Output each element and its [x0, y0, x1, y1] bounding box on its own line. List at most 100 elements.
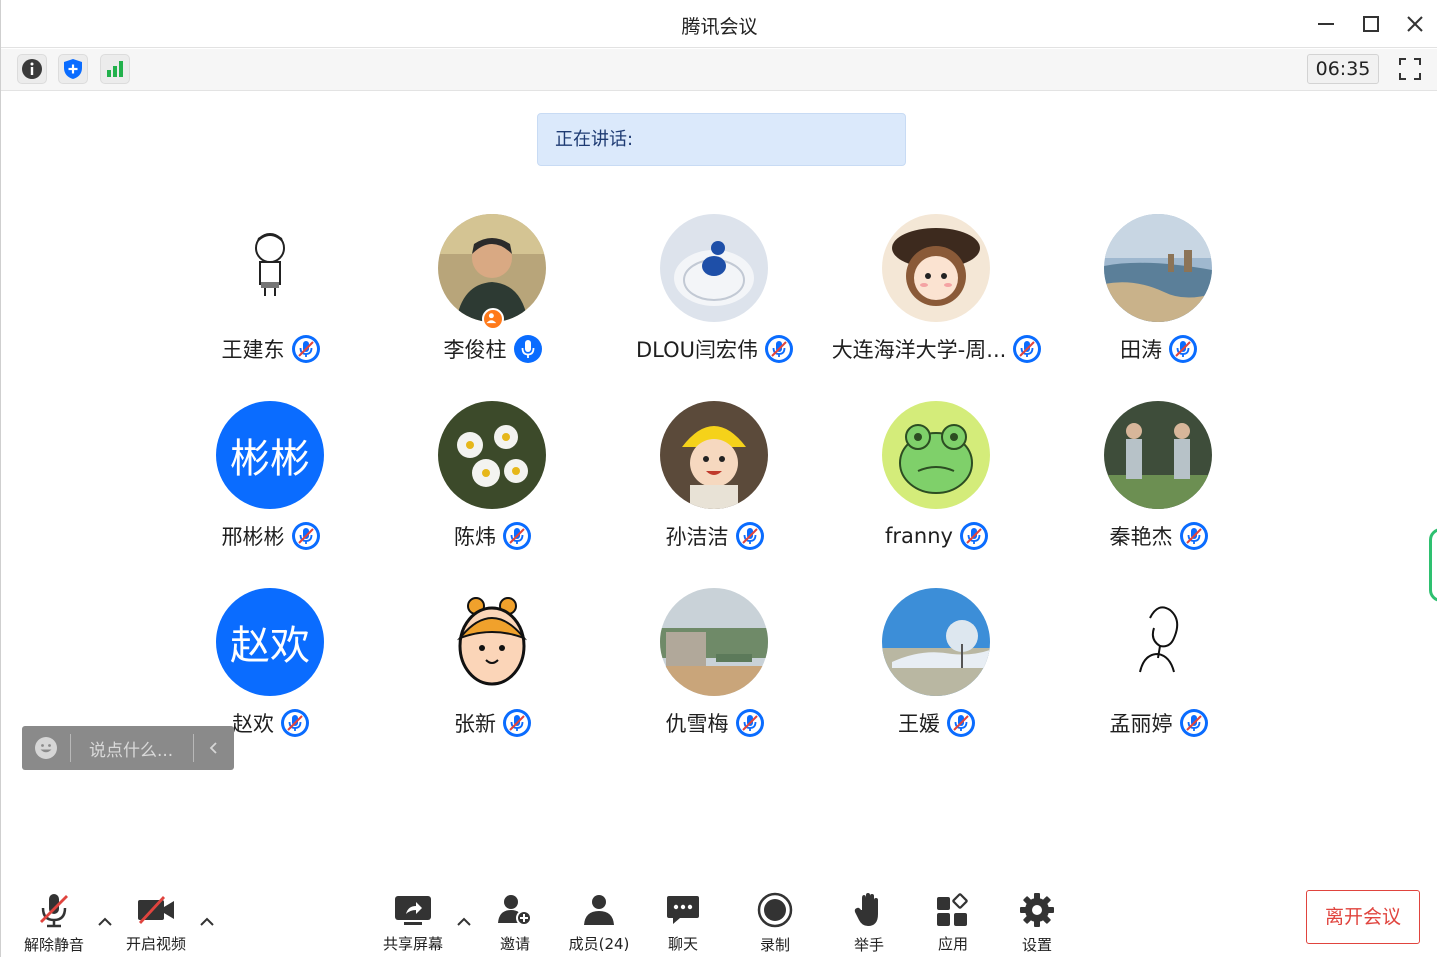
participant-tile[interactable]: 秦艳杰: [1048, 401, 1270, 561]
security-button[interactable]: [58, 54, 88, 84]
participant-name-row: 王建东: [160, 331, 382, 367]
record-label: 录制: [759, 936, 790, 954]
floating-widget-edge[interactable]: [1429, 528, 1437, 602]
participant-name-row: DLOU闫宏伟: [604, 331, 826, 367]
mic-muted-icon: [503, 522, 531, 550]
apps-label: 应用: [937, 935, 968, 953]
quick-chat-bar[interactable]: 说点什么...: [22, 726, 234, 770]
chevron-up-icon[interactable]: [199, 916, 215, 928]
participant-name: 赵欢: [232, 712, 274, 736]
chevron-left-icon: [209, 742, 217, 754]
chevron-up-icon[interactable]: [456, 916, 472, 928]
start-video-label: 开启视频: [125, 935, 186, 953]
gear-icon: [1020, 893, 1054, 927]
meeting-info-button[interactable]: [17, 54, 47, 84]
participant-tile[interactable]: 张新: [382, 588, 604, 748]
participant-name-row: 陈炜: [382, 518, 604, 554]
invite-label: 邀请: [499, 935, 530, 953]
minimize-icon: [1318, 23, 1334, 25]
raise-hand-button[interactable]: 举手: [843, 892, 895, 954]
settings-label: 设置: [1021, 936, 1052, 954]
participant-tile[interactable]: DLOU闫宏伟: [604, 214, 826, 374]
mic-muted-icon: [765, 335, 794, 363]
fullscreen-button[interactable]: [1394, 54, 1426, 84]
mic-muted-icon: [1013, 335, 1042, 363]
participant-name-row: 孙洁洁: [604, 518, 826, 554]
participant-name: franny: [885, 524, 953, 548]
meeting-toolbar: 解除静音 开启视频 共享屏幕 邀请 成员(24) 聊天 录制 举手 应用 设置 …: [1, 880, 1437, 957]
mic-muted-icon: [735, 709, 764, 737]
participant-tile[interactable]: 王建东: [160, 214, 382, 374]
participant-tile[interactable]: 李俊柱: [382, 214, 604, 374]
settings-button[interactable]: 设置: [1011, 892, 1063, 954]
network-status-button[interactable]: [100, 54, 130, 84]
participant-name-row: 张新: [382, 705, 604, 741]
mic-muted-icon: [1179, 522, 1208, 550]
members-button[interactable]: 成员(24): [563, 892, 635, 954]
participant-tile[interactable]: 孙洁洁: [604, 401, 826, 561]
avatar: 彬彬: [216, 401, 324, 509]
participant-tile[interactable]: 陈炜: [382, 401, 604, 561]
collapse-chat-button[interactable]: [194, 726, 234, 770]
participant-name-row: 邢彬彬: [160, 518, 382, 554]
avatar: [882, 588, 990, 696]
meeting-timer: 06:35: [1307, 54, 1379, 84]
close-button[interactable]: [1399, 10, 1431, 38]
hand-icon: [854, 893, 878, 926]
avatar: [882, 214, 990, 322]
participant-tile[interactable]: 孟丽婷: [1048, 588, 1270, 748]
participant-tile[interactable]: franny: [826, 401, 1048, 561]
share-screen-button[interactable]: 共享屏幕: [378, 892, 448, 954]
participant-tile[interactable]: 赵欢 赵欢: [160, 588, 382, 748]
emoji-icon: [35, 737, 57, 759]
record-button[interactable]: 录制: [749, 892, 801, 954]
share-screen-label: 共享屏幕: [382, 935, 443, 953]
participant-name-row: 李俊柱: [382, 331, 604, 367]
avatar: [216, 214, 324, 322]
maximize-button[interactable]: [1355, 10, 1387, 38]
participant-name-row: 仇雪梅: [604, 705, 826, 741]
raise-hand-label: 举手: [853, 936, 884, 954]
mic-muted-icon: [735, 522, 764, 550]
emoji-button[interactable]: [22, 726, 70, 770]
share-screen-icon: [395, 895, 431, 925]
chevron-up-icon[interactable]: [97, 916, 113, 928]
leave-meeting-button[interactable]: 离开会议: [1306, 890, 1420, 944]
participant-tile[interactable]: 王媛: [826, 588, 1048, 748]
avatar: [1104, 401, 1212, 509]
avatar: 赵欢: [216, 588, 324, 696]
avatar: [660, 214, 768, 322]
user-icon: [486, 313, 497, 324]
participant-name: 李俊柱: [443, 338, 507, 362]
participant-name: DLOU闫宏伟: [635, 338, 759, 362]
chat-input[interactable]: 说点什么...: [71, 736, 193, 761]
avatar: [660, 588, 768, 696]
participant-tile[interactable]: 彬彬 邢彬彬: [160, 401, 382, 561]
fullscreen-icon: [1399, 58, 1421, 80]
participant-tile[interactable]: 田涛: [1048, 214, 1270, 374]
maximize-icon: [1363, 16, 1379, 32]
meeting-info-bar: 06:35: [1, 49, 1437, 91]
participant-tile[interactable]: 大连海洋大学-周...: [826, 214, 1048, 374]
shield-icon: [64, 59, 82, 79]
participant-name: 张新: [454, 712, 496, 736]
avatar: [438, 588, 546, 696]
participant-name: 王媛: [898, 712, 940, 736]
avatar: [438, 401, 546, 509]
apps-grid-icon: [937, 892, 968, 926]
start-video-button[interactable]: 开启视频: [121, 892, 191, 954]
apps-button[interactable]: 应用: [927, 892, 979, 954]
mic-muted-icon: [503, 709, 531, 737]
invite-button[interactable]: 邀请: [487, 892, 543, 954]
participant-name: 孙洁洁: [665, 525, 729, 549]
minimize-button[interactable]: [1310, 10, 1342, 38]
signal-bars-icon: [107, 61, 123, 77]
info-icon: [22, 59, 42, 79]
meeting-window: 腾讯会议 06:35 正在讲话: 王建东 李俊柱 DLOU闫宏伟 大连海洋大学-…: [0, 0, 1437, 957]
avatar: [882, 401, 990, 509]
participant-name-row: 秦艳杰: [1048, 518, 1270, 554]
chat-button[interactable]: 聊天: [657, 892, 709, 954]
unmute-button[interactable]: 解除静音: [19, 892, 89, 954]
participant-tile[interactable]: 仇雪梅: [604, 588, 826, 748]
participant-name-row: 大连海洋大学-周...: [826, 331, 1048, 367]
